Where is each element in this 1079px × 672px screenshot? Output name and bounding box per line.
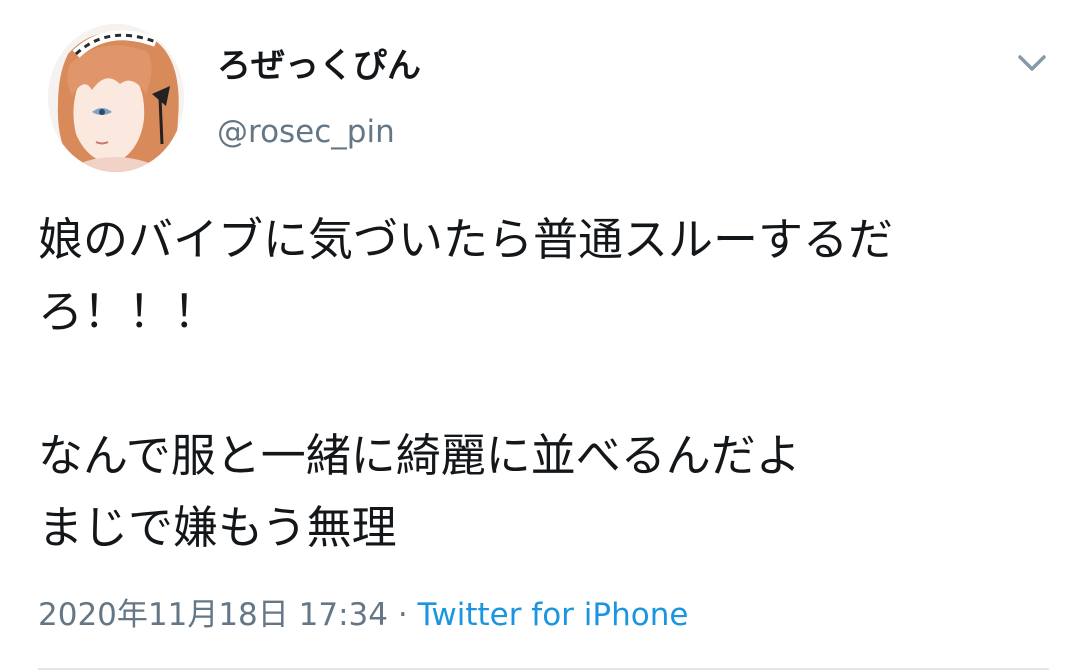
tweet-line: ろ！！！ — [38, 285, 219, 338]
tweet-line: まじで嫌もう無理 — [38, 501, 397, 554]
tweet-text: 娘のバイブに気づいたら普通スルーするだ ろ！！！ なんで服と一緒に綺麗に並べるん… — [38, 204, 1048, 564]
avatar[interactable] — [48, 24, 184, 172]
divider — [38, 668, 1049, 670]
tweet-card: ろぜっくぴん @rosec_pin 娘のバイブに気づいたら普通スルーするだ ろ！… — [0, 0, 1079, 672]
avatar-image — [48, 24, 184, 172]
meta-separator: · — [387, 597, 418, 633]
tweet-line: なんで服と一緒に綺麗に並べるんだよ — [38, 429, 801, 482]
timestamp[interactable]: 2020年11月18日 17:34 — [38, 597, 388, 633]
chevron-down-icon[interactable] — [1014, 48, 1050, 78]
source-link[interactable]: Twitter for iPhone — [418, 597, 689, 633]
tweet-meta: 2020年11月18日 17:34 · Twitter for iPhone — [38, 594, 688, 636]
user-handle[interactable]: @rosec_pin — [217, 112, 395, 152]
tweet-line: 娘のバイブに気づいたら普通スルーするだ — [38, 213, 894, 266]
tweet-line-blank — [38, 348, 1048, 420]
display-name[interactable]: ろぜっくぴん — [217, 44, 421, 88]
